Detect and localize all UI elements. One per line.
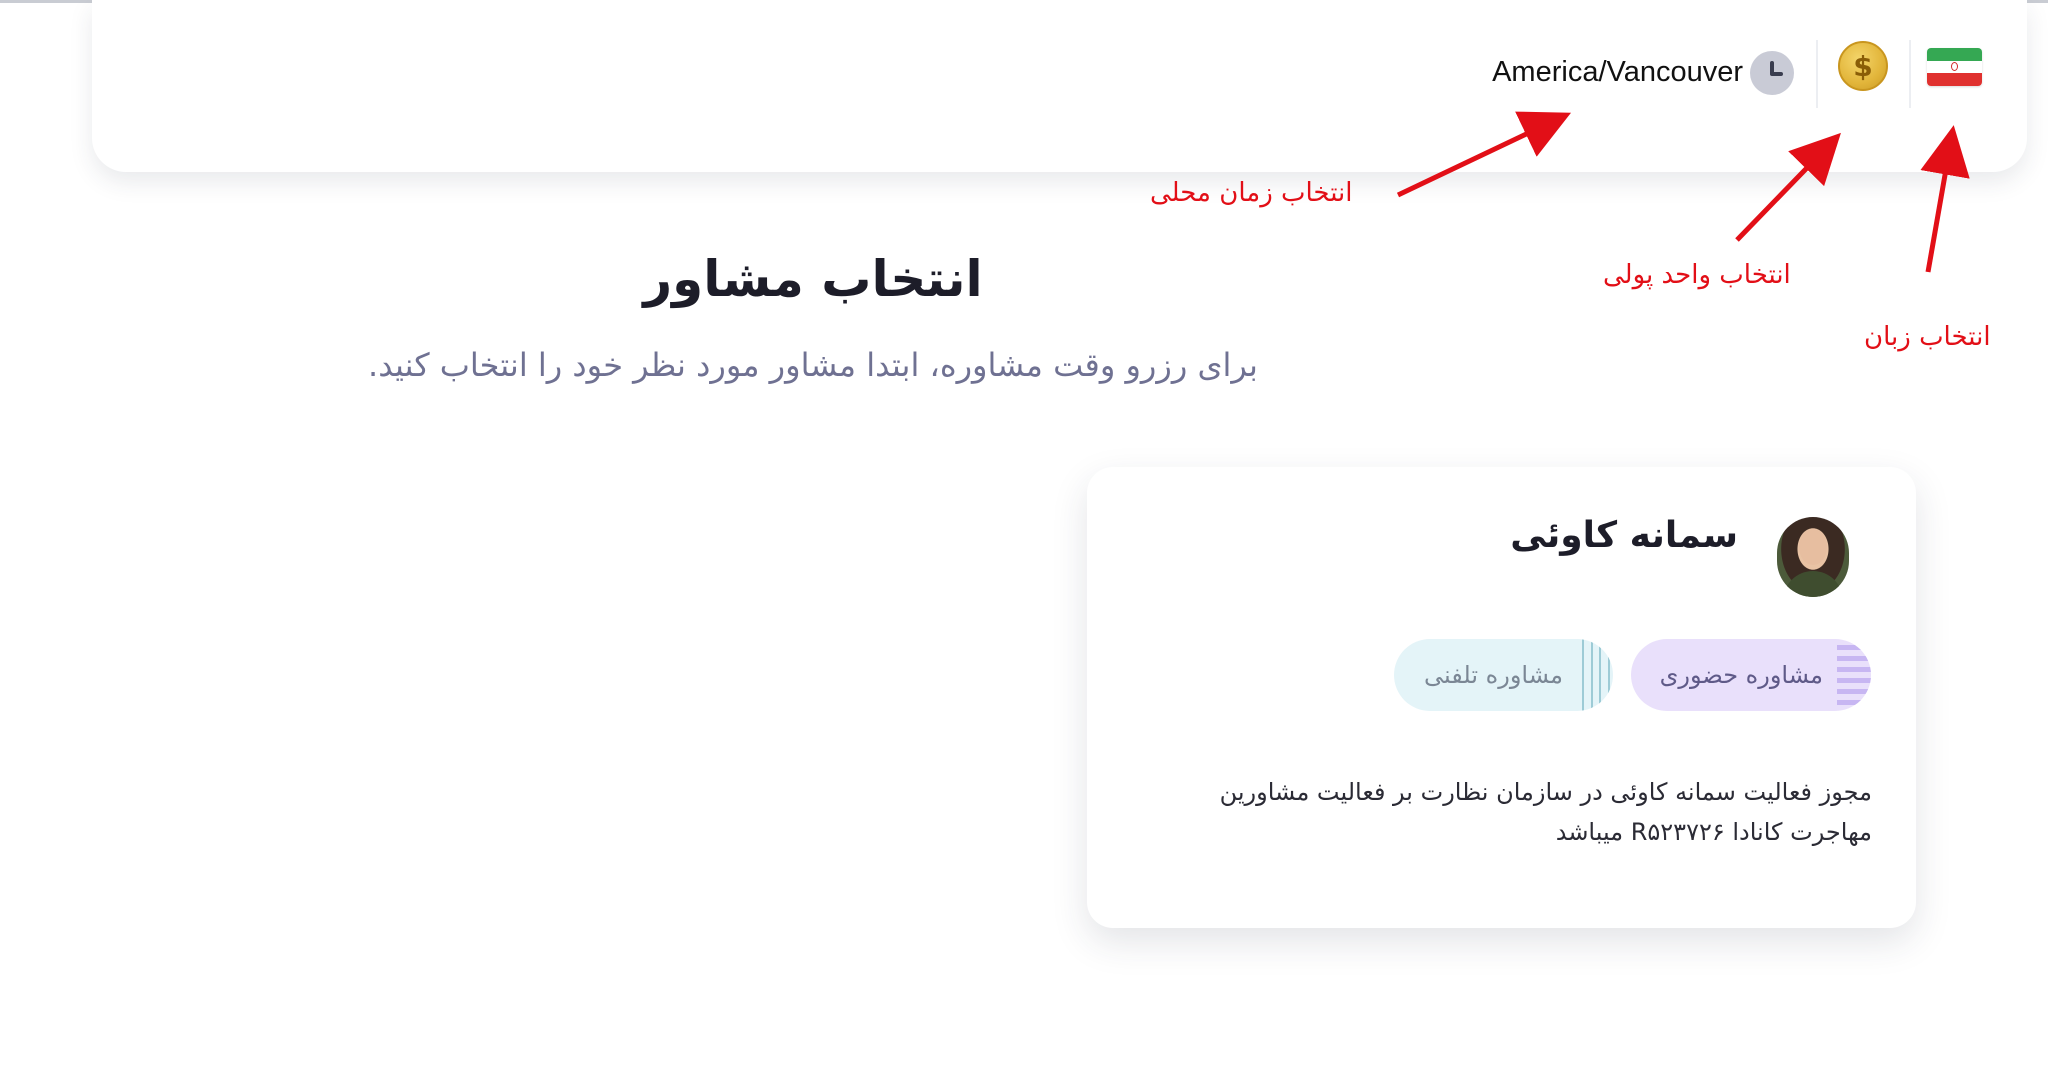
avatar [1777,517,1849,597]
annotation-timezone: انتخاب زمان محلی [1150,178,1353,208]
tag-label: مشاوره تلفنی [1424,661,1563,689]
advisor-description: مجوز فعالیت سمانه کاوئی در سازمان نظارت … [1219,778,1872,846]
tag-phone-consultation[interactable]: مشاوره تلفنی [1394,639,1613,711]
advisor-card[interactable]: سمانه کاوئی مشاوره حضوری مشاوره تلفنی مج… [1087,467,1916,928]
annotation-language: انتخاب زبان [1864,322,1991,352]
page-subtitle: برای رزرو وقت مشاوره، ابتدا مشاور مورد ن… [368,346,1258,384]
tag-in-person-consultation[interactable]: مشاوره حضوری [1631,639,1871,711]
arrow-currency [1735,132,1841,242]
tag-label: مشاوره حضوری [1659,661,1823,689]
stripes-decoration [1579,639,1613,711]
stripes-decoration [1837,639,1871,711]
annotation-currency: انتخاب واحد پولی [1603,260,1791,290]
arrow-language [1920,125,1970,273]
page-title: انتخاب مشاور [643,250,983,308]
arrow-timezone [1396,111,1572,198]
advisor-name: سمانه کاوئی [1510,515,1738,556]
